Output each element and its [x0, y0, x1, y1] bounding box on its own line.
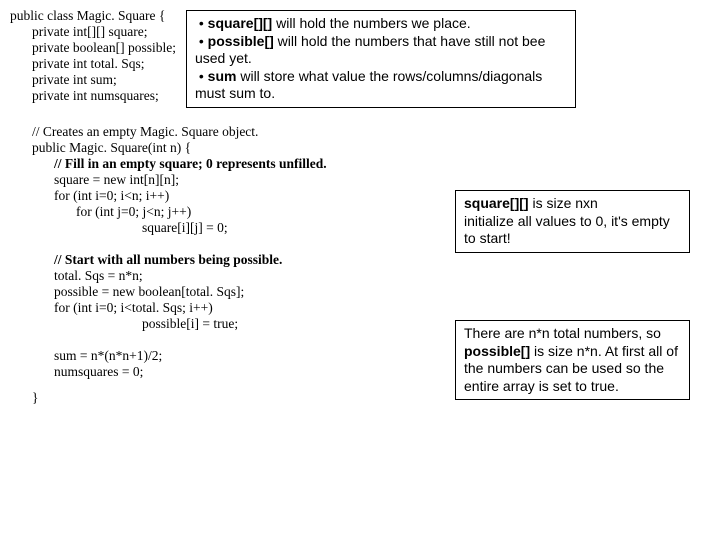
term-sum: sum: [208, 68, 237, 84]
annotation-line: initialize all values to 0, it's empty t…: [464, 213, 681, 248]
annotation-line: square[][] is size nxn: [464, 195, 681, 213]
annotation-line: • possible[] will hold the numbers that …: [195, 33, 567, 68]
code-comment-bold: // Start with all numbers being possible…: [54, 252, 282, 267]
code-line: public class Magic. Square {: [10, 8, 176, 24]
code-line: possible = new boolean[total. Sqs];: [10, 284, 710, 300]
code-comment: // Creates an empty Magic. Square object…: [10, 124, 710, 140]
annotation-line: • sum will store what value the rows/col…: [195, 68, 567, 103]
code-line: for (int i=0; i<total. Sqs; i++): [10, 300, 710, 316]
term-possible: possible[]: [208, 33, 274, 49]
annotation-text: There are n*n total numbers, so: [464, 325, 661, 341]
class-header-block: public class Magic. Square { private int…: [10, 8, 186, 104]
annotation-box-fields: • square[][] will hold the numbers we pl…: [186, 10, 576, 108]
code-line: private int total. Sqs;: [10, 56, 176, 72]
code-comment-bold: // Fill in an empty square; 0 represents…: [54, 156, 327, 171]
annotation-box-square-init: square[][] is size nxn initialize all va…: [455, 190, 690, 253]
code-line: private int sum;: [10, 72, 176, 88]
code-line: total. Sqs = n*n;: [10, 268, 710, 284]
top-row: public class Magic. Square { private int…: [10, 8, 710, 108]
term-possible: possible[]: [464, 343, 530, 359]
code-line: private int numsquares;: [10, 88, 176, 104]
annotation-box-possible-init: There are n*n total numbers, so possible…: [455, 320, 690, 400]
code-line: public Magic. Square(int n) {: [10, 140, 710, 156]
code-line: private int[][] square;: [10, 24, 176, 40]
annotation-line: • square[][] will hold the numbers we pl…: [195, 15, 567, 33]
term-square: square[][]: [464, 195, 529, 211]
code-line: private boolean[] possible;: [10, 40, 176, 56]
code-line: square = new int[n][n];: [10, 172, 710, 188]
term-square: square[][]: [208, 15, 273, 31]
